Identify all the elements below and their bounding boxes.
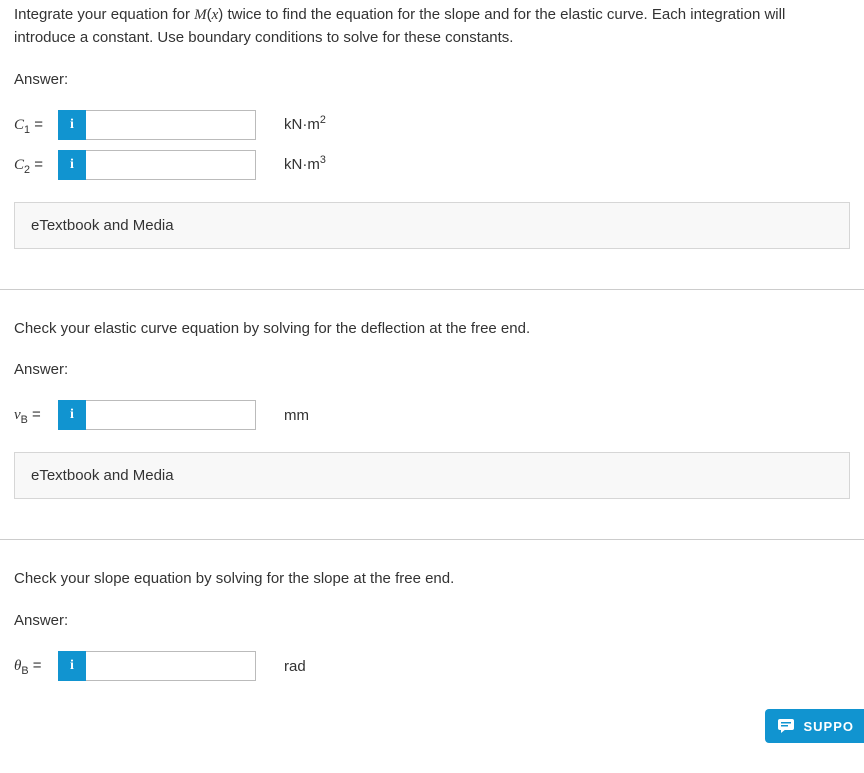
- input-row-c2: C2 = i kN·m3: [14, 150, 850, 180]
- info-icon[interactable]: i: [58, 400, 86, 430]
- info-icon[interactable]: i: [58, 110, 86, 140]
- input-row-thetab: θB = i rad: [14, 651, 850, 681]
- input-row-c1: C1 = i kN·m2: [14, 110, 850, 140]
- unit-label: kN·m2: [284, 116, 326, 133]
- answer-heading: Answer:: [14, 612, 850, 629]
- section-divider: [0, 289, 864, 290]
- etextbook-media-button[interactable]: eTextbook and Media: [14, 452, 850, 499]
- section-divider: [0, 539, 864, 540]
- variable-label: vB =: [14, 406, 56, 424]
- instructions-text: Check your elastic curve equation by sol…: [14, 318, 850, 340]
- variable-label: C2 =: [14, 156, 56, 174]
- instructions-text: Check your slope equation by solving for…: [14, 568, 850, 590]
- unit-label: kN·m3: [284, 156, 326, 173]
- support-button[interactable]: SUPPO: [765, 709, 864, 743]
- answer-heading: Answer:: [14, 361, 850, 378]
- answer-input-c1[interactable]: [86, 110, 256, 140]
- answer-heading: Answer:: [14, 71, 850, 88]
- answer-input-vb[interactable]: [86, 400, 256, 430]
- variable-label: C1 =: [14, 116, 56, 134]
- chat-icon: [777, 718, 795, 734]
- answer-input-thetab[interactable]: [86, 651, 256, 681]
- answer-input-c2[interactable]: [86, 150, 256, 180]
- info-icon[interactable]: i: [58, 651, 86, 681]
- question-part-3: Check your slope equation by solving for…: [0, 568, 864, 681]
- question-part-2: Check your elastic curve equation by sol…: [0, 318, 864, 500]
- question-part-1: Integrate your equation for M(x) twice t…: [0, 4, 864, 249]
- etextbook-media-button[interactable]: eTextbook and Media: [14, 202, 850, 249]
- unit-label: mm: [284, 407, 309, 424]
- input-row-vb: vB = i mm: [14, 400, 850, 430]
- instructions-text: Integrate your equation for M(x) twice t…: [14, 4, 850, 49]
- support-label: SUPPO: [803, 719, 854, 734]
- variable-label: θB =: [14, 657, 56, 675]
- unit-label: rad: [284, 658, 306, 675]
- info-icon[interactable]: i: [58, 150, 86, 180]
